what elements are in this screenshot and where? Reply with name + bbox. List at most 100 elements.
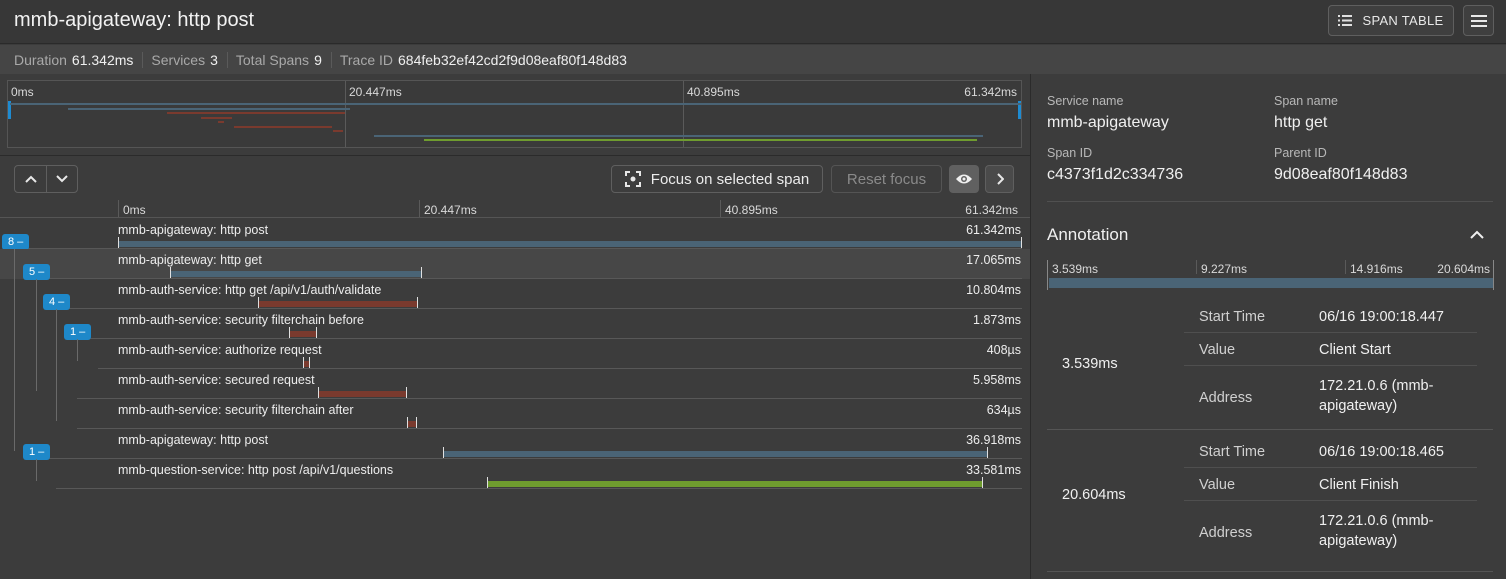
span-row-divider [56,488,1022,489]
page-title: mmb-apigateway: http post [14,9,255,31]
ruler-tick: 61.342ms [965,203,1018,217]
span-duration: 36.918ms [966,433,1021,447]
annotation-tick: 14.916ms [1350,262,1403,276]
annotation-value: 172.21.0.6 (mmb-apigateway) [1319,513,1434,549]
eye-icon [956,174,972,184]
service-name-value: mmb-apigateway [1047,114,1169,131]
annotation-tick: 3.539ms [1052,262,1099,276]
previous-span-button[interactable] [15,166,46,192]
toggle-visibility-button[interactable] [949,165,979,193]
timeline-ruler: 0ms 20.447ms 40.895ms 61.342ms [0,200,1030,218]
ruler-tick: 20.447ms [424,203,477,217]
reset-focus-button[interactable]: Reset focus [831,165,942,193]
divider [0,155,1030,156]
menu-button[interactable] [1463,5,1494,36]
annotation-key: Start Time [1199,444,1266,460]
span-bar [288,331,317,337]
collapse-children-badge[interactable]: 1 – [64,324,92,340]
duration-info: Duration 61.342ms [14,51,144,68]
minimap-gridline [683,81,684,147]
span-bar [487,481,982,487]
next-span-button[interactable] [46,166,77,192]
span-name: mmb-auth-service: secured request [118,373,315,387]
hamburger-icon [1470,14,1487,27]
section-divider [1047,201,1493,202]
span-row[interactable]: mmb-apigateway: http post 36.918ms 1 – [0,429,1030,460]
span-name: mmb-auth-service: http get /api/v1/auth/… [118,283,382,297]
annotation-value: 06/16 19:00:18.465 [1319,444,1444,460]
span-navigation [14,165,78,193]
annotation-title: Annotation [1047,225,1129,244]
span-row[interactable]: mmb-auth-service: authorize request 408µs [0,339,1030,369]
span-duration: 17.065ms [966,253,1021,267]
minimap-span-bar [374,134,983,137]
annotation-row: Start Time 06/16 19:00:18.465 [1184,435,1477,468]
collapse-children-badge[interactable]: 1 – [23,444,51,460]
span-name: mmb-apigateway: http post [118,433,269,447]
focus-selected-span-button[interactable]: Focus on selected span [611,165,823,193]
span-bar [170,271,422,277]
tree-connector [14,249,15,451]
collapse-children-badge[interactable]: 4 – [43,294,71,310]
minimap-span-bar [10,103,1021,105]
collapse-children-badge[interactable]: 5 – [23,264,51,280]
trace-info-bar: Duration 61.342ms Services 3 Total Spans 9 … [0,45,1506,74]
annotation-group: 3.539ms Start Time 06/16 19:00:18.447 Va… [1047,300,1493,430]
span-duration: 33.581ms [966,463,1021,477]
collapse-annotation-button[interactable] [1470,226,1484,244]
span-row[interactable]: mmb-auth-service: security filterchain b… [0,309,1030,340]
chevron-right-icon [996,173,1004,185]
annotation-row: Start Time 06/16 19:00:18.447 [1184,300,1477,333]
span-detail-panel: Service name mmb-apigateway Span name ht… [1031,74,1506,579]
ruler-tick: 0ms [123,203,146,217]
annotation-value: Client Finish [1319,477,1399,493]
span-row[interactable]: mmb-auth-service: secured request 5.958ms [0,369,1030,399]
span-bar [257,301,417,307]
span-row[interactable]: mmb-apigateway: http post 61.342ms 8 – [0,219,1030,250]
services-info: Services 3 [151,51,228,68]
annotation-key: Address [1199,390,1253,406]
span-table-button[interactable]: SPAN TABLE [1328,5,1454,36]
span-name: mmb-question-service: http post /api/v1/… [118,463,394,477]
annotation-key: Start Time [1199,309,1266,325]
annotation-key: Address [1199,525,1253,541]
span-duration: 5.958ms [973,373,1021,387]
expand-panel-button[interactable] [985,165,1014,193]
parent-id-label: Parent ID [1274,146,1327,160]
span-name: mmb-auth-service: authorize request [118,343,322,357]
trace-view: mmb-apigateway: http post SPAN TABLE Dur… [0,0,1506,579]
annotation-timeline: 3.539ms 9.227ms 14.916ms 20.604ms [1047,260,1494,290]
chevron-up-icon [24,175,37,183]
tree-connector [56,309,57,421]
span-name: mmb-auth-service: security filterchain a… [118,403,354,417]
minimap-span-bar [333,130,344,132]
span-name: mmb-apigateway: http post [118,223,269,237]
span-table-label: SPAN TABLE [1362,13,1444,28]
parent-id-value: 9d08eaf80f148d83 [1274,166,1408,183]
span-row[interactable]: mmb-auth-service: security filterchain a… [0,399,1030,429]
annotation-key: Value [1199,342,1236,358]
annotation-value: 06/16 19:00:18.447 [1319,309,1444,325]
span-duration: 634µs [986,403,1021,417]
span-row[interactable]: mmb-question-service: http post /api/v1/… [0,459,1030,489]
span-row[interactable]: mmb-apigateway: http get 17.065ms 5 – [0,249,1030,280]
minimap-span-bar [423,139,978,141]
span-duration: 61.342ms [966,223,1021,237]
minimap-span-bar [166,112,345,114]
annotation-gridline [1196,260,1197,274]
annotation-row: Address 172.21.0.6 (mmb-apigateway) [1184,501,1477,563]
trace-minimap[interactable]: 0ms 20.447ms 40.895ms 61.342ms [7,80,1022,148]
annotation-group: 20.604ms Start Time 06/16 19:00:18.465 V… [1047,431,1493,572]
annotation-time: 3.539ms [1062,356,1118,372]
collapse-children-badge[interactable]: 8 – [2,234,30,250]
span-row[interactable]: mmb-auth-service: http get /api/v1/auth/… [0,279,1030,310]
minimap-tick: 0ms [11,85,34,99]
ruler-gridline [419,200,420,217]
annotation-tick: 20.604ms [1437,262,1490,276]
list-icon [1338,15,1353,26]
minimap-tick: 61.342ms [964,85,1017,99]
span-id-value: c4373f1d2c334736 [1047,166,1184,183]
focus-label: Focus on selected span [650,170,810,188]
span-duration: 1.873ms [973,313,1021,327]
span-name-label: Span name [1274,94,1338,108]
